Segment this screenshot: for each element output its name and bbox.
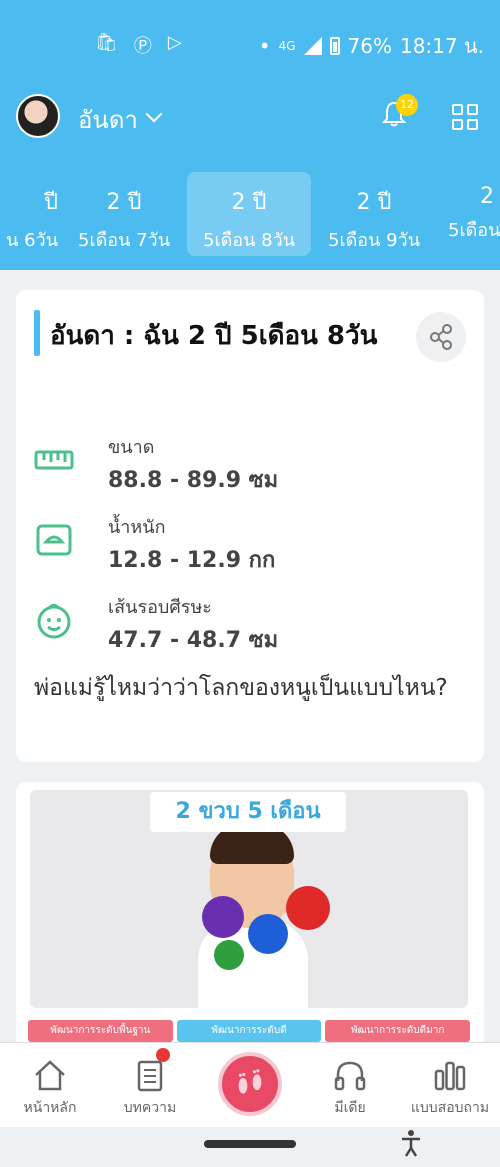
clock: 18:17 น. bbox=[399, 34, 484, 58]
age-tab-current[interactable]: 2 ปี 5เดือน 8วัน bbox=[187, 172, 311, 256]
tag-basic: พัฒนาการระดับพื้นฐาน bbox=[28, 1020, 173, 1042]
nav-articles[interactable]: บทความ bbox=[100, 1043, 200, 1128]
nav-label: บทความ bbox=[123, 1100, 177, 1116]
age-tab-years: 2 ปี bbox=[106, 190, 142, 215]
nav-media[interactable]: มีเดีย bbox=[300, 1043, 400, 1128]
battery-icon bbox=[329, 37, 340, 55]
stat-head-circumference: เส้นรอบศีรษะ 47.7 - 48.7 ซม bbox=[34, 592, 464, 662]
age-tab-months: 5เดือน 7วัน bbox=[78, 230, 170, 251]
purple-ball bbox=[202, 896, 244, 938]
nav-survey[interactable]: แบบสอบถาม bbox=[400, 1043, 500, 1128]
age-tab-years: 2 bbox=[480, 184, 494, 209]
app-bar: อันดา 12 bbox=[0, 88, 500, 148]
home-icon bbox=[35, 1060, 65, 1091]
development-article-card[interactable]: 2 ขวบ 5 เดือน พัฒนาการระดับพื้นฐาน พัฒนา… bbox=[16, 782, 484, 1052]
green-ball bbox=[214, 940, 244, 970]
notification-icons: 🛍 Ⓟ ▷ bbox=[95, 32, 182, 58]
nav-label: หน้าหลัก bbox=[23, 1100, 77, 1116]
stat-height: ขนาด 88.8 - 89.9 ซม bbox=[34, 432, 464, 502]
stat-weight: น้ำหนัก 12.8 - 12.9 กก bbox=[34, 512, 464, 582]
profile-name[interactable]: อันดา bbox=[78, 100, 138, 139]
articles-notification-dot bbox=[156, 1048, 170, 1062]
nav-home[interactable]: หน้าหลัก bbox=[0, 1043, 100, 1128]
stat-label: ขนาด bbox=[108, 437, 155, 458]
accessibility-icon[interactable] bbox=[400, 1128, 422, 1158]
age-tab-months: น 6วัน bbox=[6, 230, 58, 251]
age-tab-previous-2[interactable]: ปี น 6วัน bbox=[0, 172, 60, 256]
development-tags: พัฒนาการระดับพื้นฐาน พัฒนาการระดับดี พัฒ… bbox=[28, 1020, 471, 1042]
child-photo: 2 ขวบ 5 เดือน bbox=[30, 790, 468, 1008]
stat-value: 47.7 - 48.7 ซม bbox=[108, 628, 279, 653]
footprints-icon[interactable] bbox=[218, 1052, 282, 1116]
age-tabs: ปี น 6วัน 2 ปี 5เดือน 7วัน 2 ปี 5เดือน 8… bbox=[0, 168, 500, 256]
stat-label: น้ำหนัก bbox=[108, 517, 166, 538]
scale-icon bbox=[36, 524, 72, 556]
app-p-icon: Ⓟ bbox=[133, 36, 152, 57]
age-tab-years: 2 ปี bbox=[231, 190, 267, 215]
nav-label: แบบสอบถาม bbox=[410, 1100, 490, 1116]
share-icon[interactable] bbox=[416, 312, 466, 362]
grid-menu-icon[interactable] bbox=[452, 104, 478, 130]
age-tab-years: 2 ปี bbox=[356, 190, 392, 215]
red-ball bbox=[286, 886, 330, 930]
stat-label: เส้นรอบศีรษะ bbox=[108, 597, 212, 618]
gesture-bar[interactable] bbox=[204, 1140, 296, 1148]
shopping-bag-icon: 🛍 bbox=[95, 32, 118, 53]
play-store-icon: ▷ bbox=[167, 32, 182, 53]
card-title: อันดา : ฉัน 2 ปี 5เดือน 8วัน bbox=[50, 321, 378, 351]
age-tab-years: ปี bbox=[44, 190, 58, 215]
baby-face-icon bbox=[37, 603, 71, 639]
nav-label: มีเดีย bbox=[334, 1100, 366, 1116]
age-tab-next[interactable]: 2 ปี 5เดือน 9วัน bbox=[312, 172, 436, 256]
battery-level: 76% bbox=[347, 34, 392, 58]
growth-info-card: อันดา : ฉัน 2 ปี 5เดือน 8วัน ขนาด 88.8 -… bbox=[16, 290, 484, 762]
tag-good: พัฒนาการระดับดี bbox=[176, 1020, 322, 1042]
age-tab-months: 5เดือน 8วัน bbox=[203, 230, 295, 251]
age-tab-months: 5เดือน 9วัน bbox=[328, 230, 420, 251]
age-tab-months: 5เดือน bbox=[448, 220, 500, 241]
stat-value: 88.8 - 89.9 ซม bbox=[108, 468, 279, 493]
chevron-down-icon[interactable] bbox=[145, 105, 163, 123]
status-bar: 🛍 Ⓟ ▷ • 4G 76% 18:17 น. bbox=[0, 0, 500, 88]
article-icon bbox=[137, 1060, 163, 1092]
question-text: พ่อแม่รู้ไหมว่าว่าโลกของหนูเป็นแบบไหน? bbox=[34, 675, 448, 701]
stat-value: 12.8 - 12.9 กก bbox=[108, 548, 276, 573]
tag-very-good: พัฒนาการระดับดีมาก bbox=[325, 1020, 471, 1042]
network-type: 4G bbox=[278, 39, 296, 53]
blue-ball bbox=[248, 914, 288, 954]
dot-icon: • bbox=[258, 34, 271, 58]
avatar[interactable] bbox=[16, 94, 60, 138]
age-tab-next-2[interactable]: 2 5เดือน bbox=[442, 172, 500, 256]
notification-badge: 12 bbox=[396, 94, 418, 116]
age-label: 2 ขวบ 5 เดือน bbox=[150, 792, 346, 832]
signal-icon bbox=[303, 37, 322, 55]
headphones-icon bbox=[334, 1061, 366, 1091]
bar-chart-icon bbox=[434, 1061, 466, 1091]
title-accent bbox=[34, 310, 40, 356]
ruler-icon bbox=[34, 450, 74, 470]
age-tab-previous[interactable]: 2 ปี 5เดือน 7วัน bbox=[62, 172, 186, 256]
